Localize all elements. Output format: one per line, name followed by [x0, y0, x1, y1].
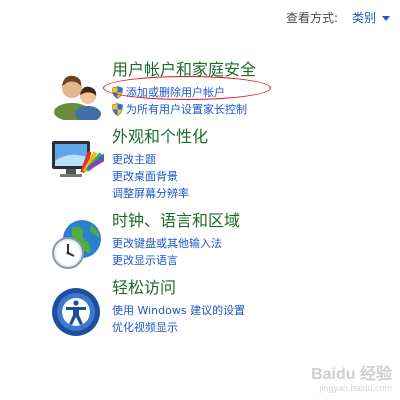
link-label[interactable]: 优化视频显示	[112, 319, 178, 336]
view-by-dropdown[interactable]: 类别	[352, 9, 390, 26]
link-change-display-language[interactable]: 更改显示语言	[112, 252, 240, 269]
link-optimize-video-display[interactable]: 优化视频显示	[112, 319, 245, 336]
dropdown-arrow-icon[interactable]	[382, 15, 390, 21]
users-icon[interactable]	[50, 66, 104, 120]
view-by-label: 查看方式:	[285, 11, 338, 25]
globe-clock-icon[interactable]	[50, 217, 104, 271]
link-label[interactable]: 更改显示语言	[112, 252, 178, 269]
watermark-url: jingyan.baidu.com	[319, 383, 392, 393]
link-label[interactable]: 使用 Windows 建议的设置	[112, 302, 245, 319]
appearance-icon[interactable]	[50, 133, 104, 187]
uac-shield-icon	[112, 86, 123, 99]
watermark-brand: Baidu 经验	[311, 366, 392, 383]
link-label[interactable]: 为所有用户设置家长控制	[126, 101, 247, 118]
watermark: Baidu 经验 jingyan.baidu.com	[311, 367, 392, 394]
link-change-theme[interactable]: 更改主题	[112, 151, 208, 168]
link-label[interactable]: 更改桌面背景	[112, 168, 178, 185]
category-heading-ease-of-access[interactable]: 轻松访问	[112, 278, 245, 298]
link-adjust-resolution[interactable]: 调整屏幕分辨率	[112, 185, 208, 202]
view-by-value[interactable]: 类别	[352, 9, 376, 26]
link-label[interactable]: 调整屏幕分辨率	[112, 185, 189, 202]
link-add-remove-accounts[interactable]: 添加或删除用户帐户	[112, 84, 256, 101]
category-heading-appearance[interactable]: 外观和个性化	[112, 127, 208, 147]
link-label[interactable]: 更改主题	[112, 151, 156, 168]
ease-of-access-icon[interactable]	[50, 284, 104, 338]
view-by-control: 查看方式: 类别	[286, 9, 390, 26]
link-change-desktop-background[interactable]: 更改桌面背景	[112, 168, 208, 185]
link-label[interactable]: 添加或删除用户帐户	[126, 84, 225, 101]
category-heading-user-accounts[interactable]: 用户帐户和家庭安全	[112, 60, 256, 80]
category-heading-clock-region[interactable]: 时钟、语言和区域	[112, 211, 240, 231]
uac-shield-icon	[112, 103, 123, 116]
link-parental-controls[interactable]: 为所有用户设置家长控制	[112, 101, 256, 118]
link-label[interactable]: 更改键盘或其他输入法	[112, 235, 222, 252]
link-change-keyboard[interactable]: 更改键盘或其他输入法	[112, 235, 240, 252]
link-windows-recommended-settings[interactable]: 使用 Windows 建议的设置	[112, 302, 245, 319]
